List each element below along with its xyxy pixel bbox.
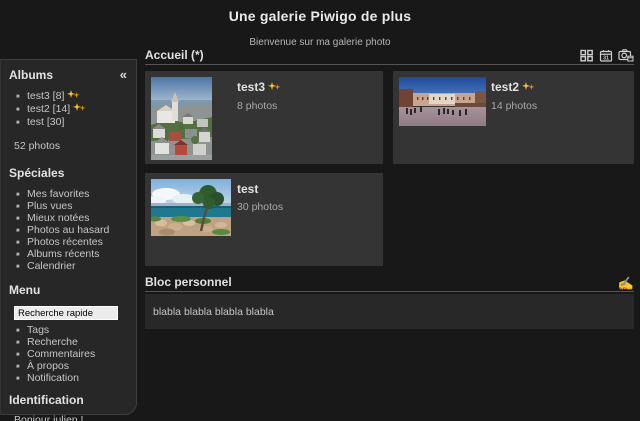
collapse-menu-icon[interactable]: « [120, 70, 127, 80]
calendar-created-icon[interactable]: 31 [599, 49, 613, 62]
sidebar-item-test2[interactable]: test2 [14] [27, 103, 70, 115]
album-photo-count: 14 photos [491, 100, 537, 112]
personal-block: Bloc personnel ✍ blabla blabla blabla bl… [145, 275, 634, 329]
list-item: Recherche [1, 336, 136, 348]
edit-icon[interactable]: ✍ [618, 279, 634, 289]
album-title[interactable]: test2 [491, 80, 519, 94]
sidebar-item-favorites[interactable]: Mes favorites [27, 188, 89, 200]
album-card-test: test 30 photos [145, 173, 383, 266]
list-item: Photos au hasard [1, 224, 136, 236]
sidebar-item-random[interactable]: Photos au hasard [27, 224, 109, 236]
svg-text:31: 31 [603, 56, 609, 62]
list-item: test [30] [1, 116, 136, 128]
thumb-wrap [151, 77, 237, 158]
personal-block-content: blabla blabla blabla blabla [145, 294, 634, 329]
album-photo-count: 8 photos [237, 100, 281, 112]
sidebar-item-best-rated[interactable]: Mieux notées [27, 212, 89, 224]
list-item: test3 [8] [1, 90, 136, 103]
album-grid: test3 8 photos [145, 71, 634, 266]
breadcrumb[interactable]: Accueil (*) [145, 48, 204, 62]
page-subtitle: Bienvenue sur ma galerie photo [0, 37, 640, 48]
sidebar-item-about[interactable]: À propos [27, 360, 69, 372]
thumb-wrap [399, 77, 491, 158]
new-photos-icon [67, 90, 80, 103]
list-item: Albums récents [1, 248, 136, 260]
new-photos-icon [268, 79, 281, 97]
view-toolbar: 31 [580, 48, 634, 62]
sidebar-item-recent-albums[interactable]: Albums récents [27, 248, 99, 260]
sidebar-item-recent-photos[interactable]: Photos récentes [27, 236, 103, 248]
album-photo-count: 30 photos [237, 201, 283, 213]
thumb-wrap [151, 179, 237, 260]
breadcrumb-bar: Accueil (*) 31 [145, 48, 634, 65]
album-thumbnail-city-plaza[interactable] [399, 77, 486, 126]
specials-section-header: Spéciales [1, 154, 136, 182]
list-item: À propos [1, 360, 136, 372]
albums-section-header: Albums « [1, 60, 136, 84]
list-item: test2 [14] [1, 103, 136, 116]
album-thumbnail-village-church[interactable] [151, 77, 212, 160]
sidebar-item-calendar[interactable]: Calendrier [27, 260, 75, 272]
album-card-test2: test2 14 photos [393, 71, 634, 164]
album-thumbnail-coastal-tree[interactable] [151, 179, 231, 236]
search-input[interactable] [14, 306, 118, 320]
greeting-text: Bonjour julien ! [1, 409, 136, 421]
list-item: Plus vues [1, 200, 136, 212]
specials-list: Mes favorites Plus vues Mieux notées Pho… [1, 188, 136, 272]
albums-list: test3 [8] test2 [14] test [30] [1, 90, 136, 128]
album-card-test3: test3 8 photos [145, 71, 383, 164]
sidebar: Albums « test3 [8] test2 [14] test [30] … [0, 59, 137, 415]
total-photos-label: 52 photos [1, 132, 136, 154]
list-item: Mieux notées [1, 212, 136, 224]
card-info: test2 14 photos [491, 77, 537, 158]
sidebar-item-notification[interactable]: Notification [27, 372, 79, 384]
main-content: Accueil (*) 31 [145, 48, 634, 421]
specials-section-title: Spéciales [9, 166, 64, 180]
list-item: Tags [1, 324, 136, 336]
menu-section-header: Menu [1, 276, 136, 299]
calendar-posted-icon[interactable] [618, 48, 634, 62]
piwigo-gallery-page: Une galerie Piwigo de plus Bienvenue sur… [0, 0, 640, 421]
albums-section-title: Albums [9, 68, 53, 82]
album-title[interactable]: test [237, 182, 258, 196]
sidebar-item-test3[interactable]: test3 [8] [27, 90, 64, 102]
identification-section-title: Identification [9, 393, 84, 407]
album-title[interactable]: test3 [237, 80, 265, 94]
list-item: Calendrier [1, 260, 136, 272]
identification-section-header: Identification [1, 388, 136, 409]
new-photos-icon [522, 79, 535, 97]
card-info: test3 8 photos [237, 77, 281, 158]
card-info: test 30 photos [237, 179, 283, 260]
sidebar-item-tags[interactable]: Tags [27, 324, 49, 336]
list-item: Notification [1, 372, 136, 384]
sidebar-item-test[interactable]: test [30] [27, 116, 64, 128]
sidebar-item-most-viewed[interactable]: Plus vues [27, 200, 73, 212]
sidebar-item-comments[interactable]: Commentaires [27, 348, 95, 360]
view-mode-icon[interactable] [580, 49, 594, 62]
personal-block-title: Bloc personnel [145, 275, 232, 289]
menu-section-title: Menu [9, 283, 40, 297]
new-photos-icon [73, 103, 86, 116]
list-item: Mes favorites [1, 188, 136, 200]
site-header: Une galerie Piwigo de plus Bienvenue sur… [0, 0, 640, 48]
list-item: Commentaires [1, 348, 136, 360]
sidebar-item-search[interactable]: Recherche [27, 336, 78, 348]
menu-list: Tags Recherche Commentaires À propos Not… [1, 324, 136, 384]
page-title: Une galerie Piwigo de plus [0, 0, 640, 24]
list-item: Photos récentes [1, 236, 136, 248]
personal-block-header: Bloc personnel ✍ [145, 275, 634, 292]
